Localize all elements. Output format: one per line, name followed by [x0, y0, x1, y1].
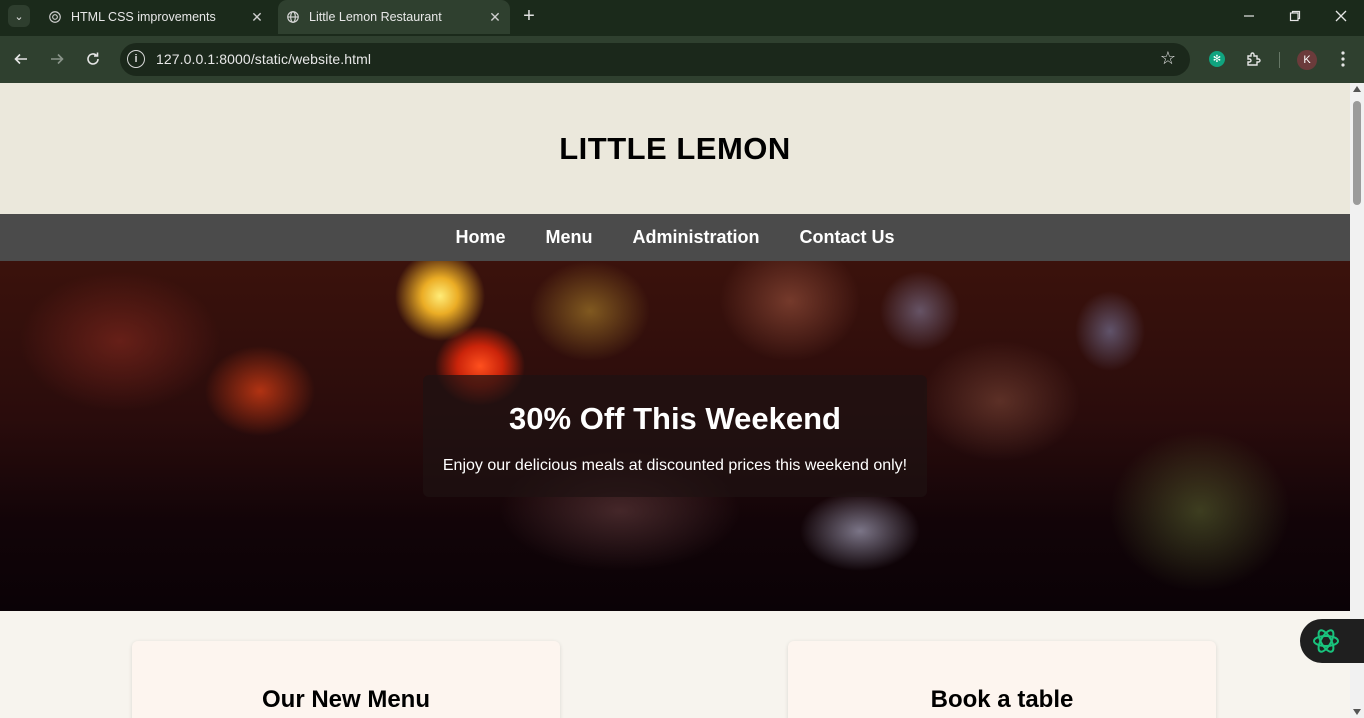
nav-link-home[interactable]: Home [435, 227, 525, 248]
globe-icon [286, 10, 300, 24]
promo-heading: 30% Off This Weekend [509, 401, 841, 436]
scrollbar-thumb[interactable] [1353, 101, 1361, 205]
close-tab-icon[interactable]: ✕ [486, 8, 504, 26]
site-header: LITTLE LEMON [0, 83, 1350, 214]
chatgpt-icon [48, 10, 62, 24]
url-text[interactable]: 127.0.0.1:8000/static/website.html [156, 51, 371, 67]
new-tab-button[interactable]: + [518, 6, 540, 28]
browser-tab-strip: ⌄ HTML CSS improvements ✕ Little Lemon R… [0, 0, 1364, 36]
book-table-card: Book a table [788, 641, 1216, 718]
main-navigation: Home Menu Administration Contact Us [0, 214, 1350, 261]
minimize-button[interactable] [1226, 0, 1272, 32]
tab-title: HTML CSS improvements [71, 10, 216, 24]
extensions-puzzle-icon[interactable] [1242, 47, 1266, 71]
tab-search-button[interactable]: ⌄ [8, 5, 30, 27]
tab-title: Little Lemon Restaurant [309, 10, 442, 24]
promo-box: 30% Off This Weekend Enjoy our delicious… [423, 375, 927, 497]
forward-button[interactable] [44, 46, 70, 72]
page-viewport: LITTLE LEMON Home Menu Administration Co… [0, 83, 1350, 718]
restore-button[interactable] [1272, 0, 1318, 32]
back-button[interactable] [8, 46, 34, 72]
hero-banner: 30% Off This Weekend Enjoy our delicious… [0, 261, 1350, 611]
close-window-button[interactable] [1318, 0, 1364, 32]
site-info-icon[interactable]: i [127, 50, 145, 68]
close-tab-icon[interactable]: ✕ [248, 8, 266, 26]
card-heading: Book a table [930, 686, 1074, 713]
site-title: LITTLE LEMON [559, 130, 791, 166]
chevron-down-icon: ⌄ [14, 10, 24, 23]
scroll-up-arrow-icon[interactable] [1353, 86, 1361, 92]
scroll-down-arrow-icon[interactable] [1353, 709, 1361, 715]
chatgpt-floating-button[interactable] [1300, 619, 1364, 663]
browser-tab-little-lemon[interactable]: Little Lemon Restaurant ✕ [278, 0, 510, 34]
bookmark-star-icon[interactable]: ☆ [1160, 48, 1176, 69]
browser-toolbar: i 127.0.0.1:8000/static/website.html ☆ ✻… [0, 36, 1364, 83]
card-heading: Our New Menu [261, 686, 430, 713]
profile-avatar[interactable]: K [1297, 50, 1317, 70]
nav-link-administration[interactable]: Administration [612, 227, 779, 248]
toolbar-separator [1279, 52, 1280, 68]
chatgpt-extension-icon[interactable]: ✻ [1209, 51, 1225, 67]
address-bar[interactable]: i 127.0.0.1:8000/static/website.html ☆ [120, 43, 1190, 76]
more-menu-icon[interactable] [1331, 47, 1355, 71]
menu-card: Our New Menu [132, 641, 560, 718]
promo-text: Enjoy our delicious meals at discounted … [442, 457, 908, 474]
content-section: Our New Menu Book a table [0, 611, 1350, 718]
chatgpt-logo-icon [1310, 625, 1342, 657]
reload-button[interactable] [80, 46, 106, 72]
browser-tab-html-css[interactable]: HTML CSS improvements ✕ [40, 2, 270, 32]
nav-link-contact-us[interactable]: Contact Us [780, 227, 915, 248]
nav-link-menu[interactable]: Menu [525, 227, 612, 248]
